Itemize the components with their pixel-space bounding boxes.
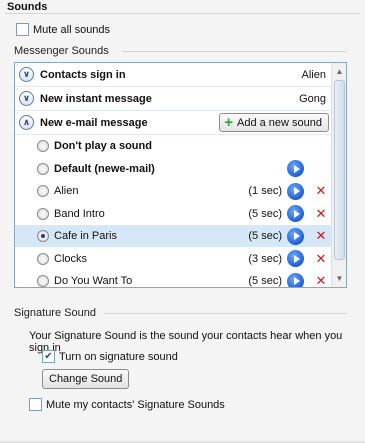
event-new-instant-message[interactable]: ∨ New instant message Gong <box>15 87 332 111</box>
turn-on-signature-label: Turn on signature sound <box>59 350 178 363</box>
scroll-thumb[interactable] <box>334 80 345 260</box>
sound-duration: (5 sec) <box>248 207 282 220</box>
turn-on-signature-checkbox[interactable]: ✔ <box>42 350 55 363</box>
sound-option-row[interactable]: Band Intro (5 sec) ✕ <box>15 203 332 225</box>
list-scrollbar[interactable]: ▲ ▼ <box>331 63 346 287</box>
sound-name: Alien <box>54 185 79 197</box>
event-label: New e-mail message <box>40 116 148 129</box>
sound-name: Don't play a sound <box>54 140 152 152</box>
delete-icon[interactable]: ✕ <box>314 273 328 287</box>
scroll-up-icon[interactable]: ▲ <box>332 64 346 79</box>
play-icon[interactable] <box>287 227 304 245</box>
sound-radio[interactable] <box>37 140 49 152</box>
sound-option-row[interactable]: Default (newe-mail) <box>15 158 332 180</box>
chevron-up-icon[interactable]: ∧ <box>19 115 34 130</box>
title-divider <box>5 13 360 14</box>
sound-radio[interactable] <box>37 185 49 197</box>
sound-list[interactable]: ∨ Contacts sign in Alien ∨ New instant m… <box>14 62 347 288</box>
chevron-down-icon[interactable]: ∨ <box>19 91 34 106</box>
scroll-down-icon[interactable]: ▼ <box>332 271 346 286</box>
sounds-panel: Sounds Mute all sounds Messenger Sounds … <box>0 0 365 443</box>
mute-all-checkbox[interactable] <box>16 23 29 36</box>
messenger-sounds-label: Messenger Sounds <box>14 45 109 57</box>
plus-icon: + <box>224 114 233 131</box>
add-new-sound-button[interactable]: + Add a new sound <box>219 113 329 132</box>
sound-duration: (1 sec) <box>248 185 282 197</box>
event-label: New instant message <box>40 92 152 105</box>
change-sound-button[interactable]: Change Sound <box>42 369 130 389</box>
sound-radio[interactable] <box>37 230 49 242</box>
mute-all-label: Mute all sounds <box>33 23 111 36</box>
play-icon[interactable] <box>287 205 304 222</box>
sound-name: Do You Want To <box>54 275 133 287</box>
delete-icon[interactable]: ✕ <box>314 183 328 199</box>
sound-option-row[interactable]: Cafe in Paris (5 sec) ✕ <box>15 225 332 247</box>
sound-radio[interactable] <box>37 162 49 175</box>
sound-option-row[interactable]: Clocks (3 sec) ✕ <box>15 248 332 270</box>
play-icon[interactable] <box>287 160 304 177</box>
messenger-sounds-divider <box>122 51 347 52</box>
mute-all-row[interactable]: Mute all sounds <box>16 23 110 36</box>
event-new-email-message[interactable]: ∧ New e-mail message + Add a new sound <box>15 111 332 135</box>
play-icon[interactable] <box>287 272 304 287</box>
sound-name: Cafe in Paris <box>54 230 117 242</box>
event-current-sound: Gong <box>299 92 326 105</box>
sound-duration: (5 sec) <box>248 275 282 287</box>
sound-radio[interactable] <box>37 275 49 287</box>
play-icon[interactable] <box>287 182 304 200</box>
sound-name: Default (newe-mail) <box>54 162 155 175</box>
turn-on-signature-row[interactable]: ✔ Turn on signature sound <box>42 350 178 363</box>
sound-radio[interactable] <box>37 252 49 265</box>
mute-contacts-signature-row[interactable]: Mute my contacts' Signature Sounds <box>29 398 225 411</box>
section-title: Sounds <box>7 1 48 13</box>
sound-option-row[interactable]: Alien (1 sec) ✕ <box>15 180 332 202</box>
play-icon[interactable] <box>287 250 304 267</box>
sound-duration: (5 sec) <box>248 230 282 242</box>
event-current-sound: Alien <box>301 68 326 81</box>
add-new-sound-label: Add a new sound <box>236 116 322 129</box>
event-contacts-sign-in[interactable]: ∨ Contacts sign in Alien <box>15 63 332 87</box>
signature-sound-label: Signature Sound <box>14 307 96 319</box>
sound-option-row[interactable]: Don't play a sound <box>15 135 332 157</box>
mute-contacts-signature-label: Mute my contacts' Signature Sounds <box>46 398 225 411</box>
delete-icon[interactable]: ✕ <box>314 251 328 267</box>
delete-icon[interactable]: ✕ <box>314 206 328 222</box>
signature-sound-divider <box>104 313 347 314</box>
sound-option-row[interactable]: Do You Want To (5 sec) ✕ <box>15 270 332 287</box>
sound-duration: (3 sec) <box>248 252 282 265</box>
mute-contacts-signature-checkbox[interactable] <box>29 398 42 411</box>
sound-radio[interactable] <box>37 207 49 220</box>
chevron-down-icon[interactable]: ∨ <box>19 67 34 82</box>
event-label: Contacts sign in <box>40 68 126 81</box>
sound-name: Band Intro <box>54 207 105 220</box>
sound-name: Clocks <box>54 252 88 265</box>
delete-icon[interactable]: ✕ <box>314 228 328 244</box>
